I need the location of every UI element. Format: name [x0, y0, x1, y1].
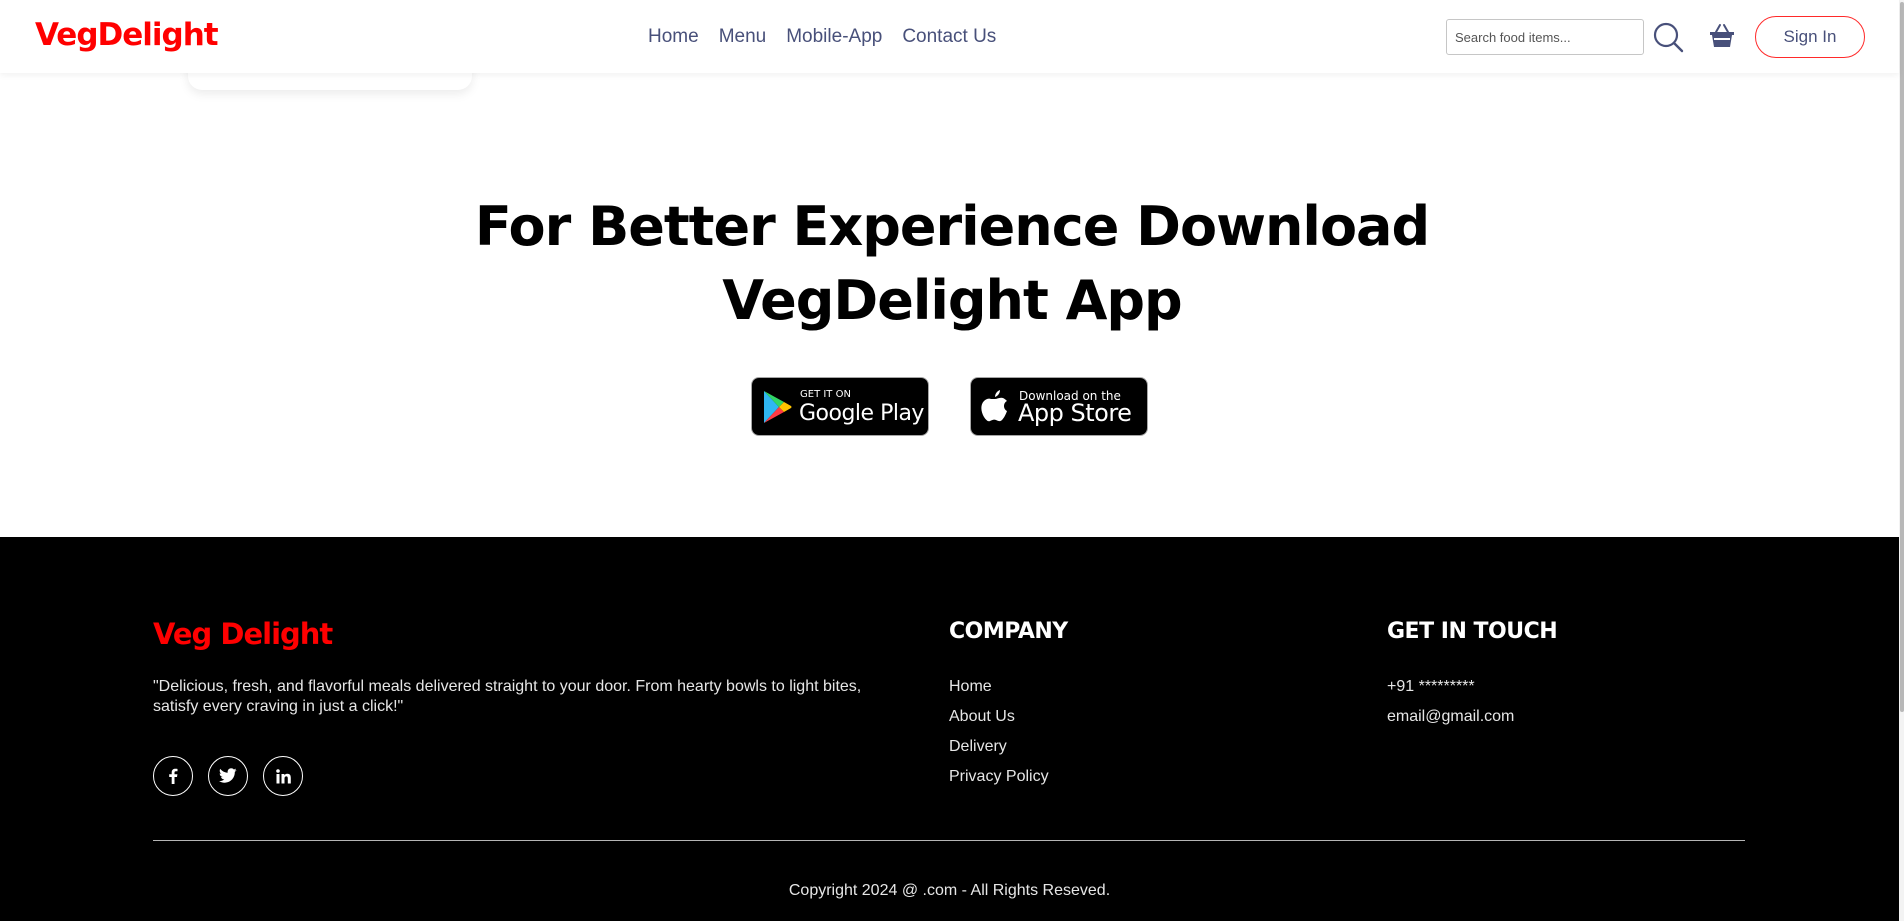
google-play-big-text: Google Play: [799, 401, 924, 426]
sign-in-button[interactable]: Sign In: [1755, 16, 1865, 58]
apple-icon: [981, 390, 1007, 422]
download-heading-line2: VegDelight App: [722, 269, 1182, 332]
download-heading-line1: For Better Experience Download: [474, 195, 1430, 258]
copyright: Copyright 2024 @ .com - All Rights Resev…: [788, 882, 1111, 899]
app-store-big-text: App Store: [1018, 399, 1132, 427]
twitter-icon: [219, 768, 237, 783]
facebook-icon: [169, 768, 178, 784]
footer-link-privacy-policy[interactable]: Privacy Policy: [949, 767, 1049, 787]
scrollbar-thumb[interactable]: [1900, 2, 1904, 712]
contact-email: email@gmail.com: [1387, 708, 1515, 725]
footer: Veg Delight "Delicious, fresh, and flavo…: [0, 537, 1899, 921]
app-store-button[interactable]: Download on the App Store: [970, 377, 1148, 436]
footer-description: "Delicious, fresh, and flavorful meals d…: [153, 678, 862, 715]
footer-link-home[interactable]: Home: [949, 677, 1049, 697]
footer-divider: [153, 840, 1745, 841]
get-in-touch-heading: GET IN TOUCH: [1387, 619, 1558, 644]
nav-menu: Home Menu Mobile-App Contact Us: [648, 26, 996, 48]
linkedin-icon: [275, 768, 291, 783]
nav-home[interactable]: Home: [648, 26, 699, 48]
google-play-button[interactable]: GET IT ON Google Play: [751, 377, 929, 436]
nav-contact-us[interactable]: Contact Us: [902, 26, 996, 48]
nav-menu-link[interactable]: Menu: [719, 26, 767, 48]
google-play-icon: [764, 391, 792, 423]
company-heading: COMPANY: [949, 619, 1068, 644]
page: VegDelight Home Menu Mobile-App Contact …: [0, 0, 1904, 921]
basket-icon[interactable]: [1708, 22, 1736, 50]
search-input[interactable]: [1446, 19, 1644, 55]
footer-link-about-us[interactable]: About Us: [949, 707, 1049, 727]
contact-phone: +91 *********: [1387, 678, 1475, 695]
footer-link-delivery[interactable]: Delivery: [949, 737, 1049, 757]
contact-info: +91 ********* email@gmail.com: [1387, 677, 1514, 727]
google-play-small-text: GET IT ON: [800, 389, 851, 400]
logo[interactable]: VegDelight: [35, 17, 219, 53]
nav-mobile-app[interactable]: Mobile-App: [786, 26, 882, 48]
scrollbar[interactable]: [1899, 0, 1904, 921]
download-heading: For Better Experience Download VegDeligh…: [452, 190, 1452, 338]
navbar: VegDelight Home Menu Mobile-App Contact …: [0, 0, 1899, 73]
search-icon[interactable]: [1652, 21, 1684, 53]
linkedin-button[interactable]: [263, 756, 303, 796]
facebook-button[interactable]: [153, 756, 193, 796]
footer-logo: Veg Delight: [153, 617, 333, 651]
twitter-button[interactable]: [208, 756, 248, 796]
company-links: Home About Us Delivery Privacy Policy: [949, 677, 1049, 787]
